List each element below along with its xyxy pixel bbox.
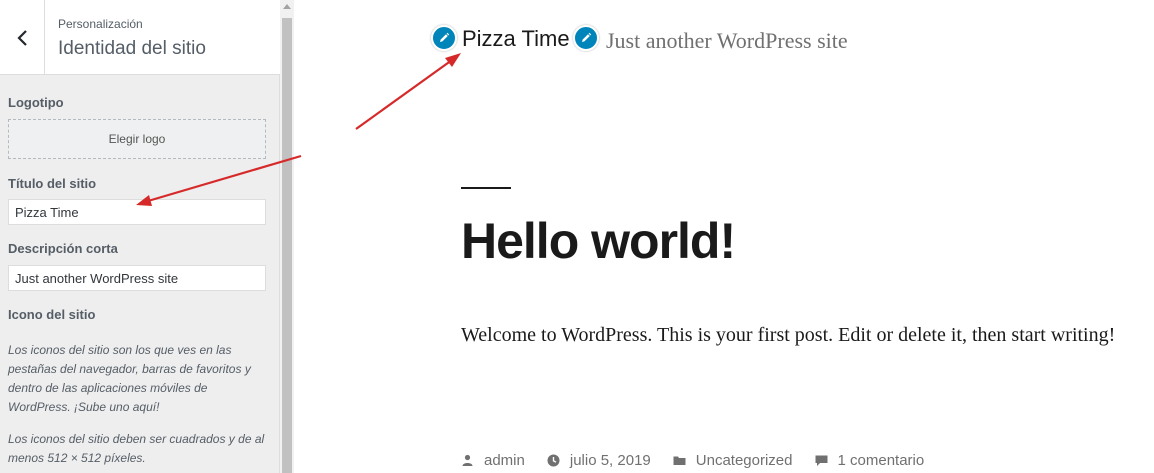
post-date[interactable]: julio 5, 2019 — [547, 452, 651, 469]
site-icon-help-text: Los iconos del sitio son los que ves en … — [8, 343, 251, 414]
site-icon-size-help-text: Los iconos del sitio deben ser cuadrados… — [8, 432, 265, 465]
post-content: Welcome to WordPress. This is your first… — [461, 324, 1116, 346]
post-comments-text[interactable]: 1 comentario — [838, 452, 925, 469]
tagline-input[interactable] — [8, 265, 266, 291]
user-icon — [462, 454, 473, 466]
sidebar-scrollbar[interactable] — [280, 0, 294, 473]
site-title[interactable]: Pizza Time — [462, 26, 570, 52]
site-title-input[interactable] — [8, 199, 266, 225]
scroll-thumb[interactable] — [282, 18, 292, 473]
comment-icon — [815, 455, 827, 466]
post-category[interactable]: Uncategorized — [673, 452, 793, 469]
post-date-text[interactable]: julio 5, 2019 — [570, 452, 651, 469]
post-meta: admin julio 5, 2019 Uncategorized 1 come… — [461, 450, 946, 470]
edit-site-description-button[interactable] — [573, 25, 599, 51]
post-author[interactable]: admin — [461, 452, 525, 469]
site-title-label: Título del sitio — [8, 176, 97, 191]
customizer-sidebar: Personalización Identidad del sitio Logo… — [0, 0, 280, 473]
site-icon-label: Icono del sitio — [8, 307, 96, 322]
post-title[interactable]: Hello world! — [461, 212, 736, 270]
logo-label: Logotipo — [8, 95, 64, 110]
arrow-to-site-title — [355, 53, 461, 130]
breadcrumb: Personalización — [58, 17, 143, 31]
clock-icon — [547, 454, 560, 466]
choose-logo-button[interactable]: Elegir logo — [8, 119, 266, 159]
back-button[interactable] — [0, 0, 45, 75]
sidebar-header: Personalización Identidad del sitio — [0, 0, 280, 75]
post-separator — [461, 187, 511, 189]
post-comments[interactable]: 1 comentario — [815, 452, 925, 469]
site-description: Just another WordPress site — [606, 28, 848, 53]
post-category-text[interactable]: Uncategorized — [696, 452, 793, 469]
pencil-icon — [582, 32, 592, 42]
pencil-icon — [440, 32, 450, 42]
panel-title: Identidad del sitio — [58, 38, 206, 59]
edit-site-title-button[interactable] — [431, 25, 457, 51]
scroll-up-arrow[interactable] — [283, 4, 291, 9]
back-chevron-icon — [17, 29, 27, 46]
folder-icon — [673, 456, 686, 465]
tagline-label: Descripción corta — [8, 241, 118, 256]
post-author-name[interactable]: admin — [484, 452, 525, 469]
